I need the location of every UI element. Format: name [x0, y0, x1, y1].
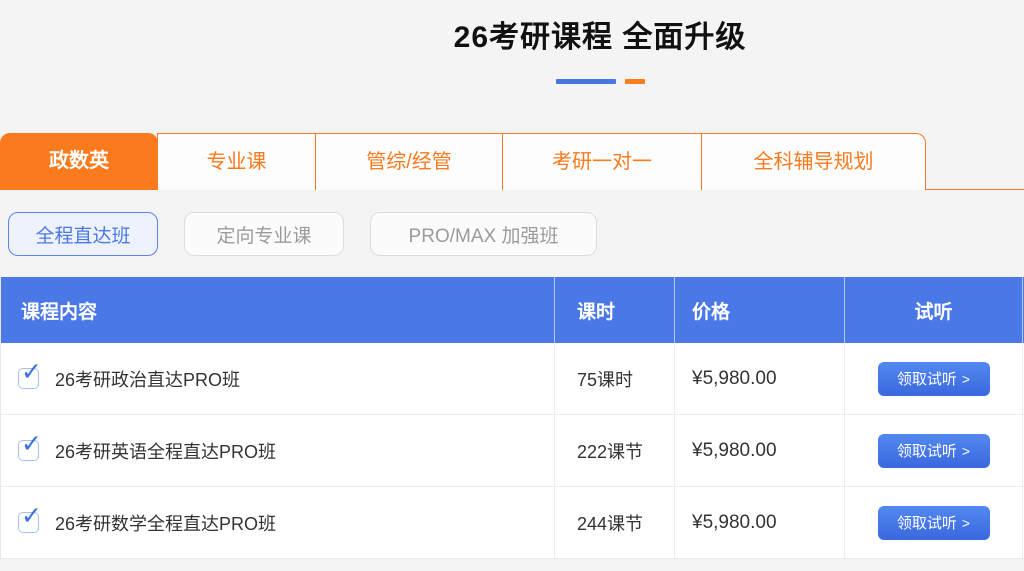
course-name: 26考研数学全程直达PRO班 — [55, 510, 276, 536]
chevron-right-icon: > — [962, 443, 970, 459]
page-title: 26考研课程 全面升级 — [0, 12, 1024, 56]
checkmark-icon: ✓ — [21, 432, 42, 457]
content-container: 26考研课程 全面升级 政数英 专业课 管综/经管 考研一对一 全科辅导规划 全… — [0, 0, 1024, 571]
course-cell: ✓ 26考研英语全程直达PRO班 — [1, 415, 554, 486]
checkmark-icon: ✓ — [21, 360, 42, 385]
table-header-row: 课程内容 课时 价格 试听 — [1, 277, 1024, 343]
category-tab-bar: 政数英 专业课 管综/经管 考研一对一 全科辅导规划 — [0, 133, 1024, 190]
filter-targeted-major[interactable]: 定向专业课 — [184, 212, 344, 256]
course-price: ¥5,980.00 — [674, 343, 844, 414]
header-trial: 试听 — [844, 277, 1022, 343]
course-cell: ✓ 26考研数学全程直达PRO班 — [1, 487, 554, 558]
course-hours: 244课节 — [554, 487, 674, 558]
tab-major-courses[interactable]: 专业课 — [157, 133, 316, 190]
trial-cell: 领取试听 > — [844, 343, 1022, 414]
course-price: ¥5,980.00 — [674, 487, 844, 558]
filter-pro-max[interactable]: PRO/MAX 加强班 — [370, 212, 597, 256]
checkmark-icon: ✓ — [21, 504, 42, 529]
tab-management-economics[interactable]: 管综/经管 — [315, 133, 503, 190]
tab-one-on-one[interactable]: 考研一对一 — [502, 133, 702, 190]
trial-button[interactable]: 领取试听 > — [878, 362, 990, 396]
class-type-filters: 全程直达班 定向专业课 PRO/MAX 加强班 — [8, 212, 623, 256]
course-hours: 222课节 — [554, 415, 674, 486]
chevron-right-icon: > — [962, 515, 970, 531]
course-name: 26考研英语全程直达PRO班 — [55, 438, 276, 464]
trial-cell: 领取试听 > — [844, 487, 1022, 558]
course-hours: 75课时 — [554, 343, 674, 414]
trial-button-label: 领取试听 — [897, 440, 957, 461]
course-table: 课程内容 课时 价格 试听 ✓ 26考研政治直达PRO班 75课时 ¥5,980… — [0, 277, 1024, 559]
course-price: ¥5,980.00 — [674, 415, 844, 486]
tab-politics-math-english[interactable]: 政数英 — [0, 133, 158, 190]
header-hours: 课时 — [554, 277, 674, 343]
table-row: ✓ 26考研英语全程直达PRO班 222课节 ¥5,980.00 领取试听 > — [1, 415, 1024, 487]
title-underline — [0, 79, 1024, 84]
filter-direct-class[interactable]: 全程直达班 — [8, 212, 158, 256]
row-checkbox[interactable]: ✓ — [18, 440, 39, 461]
row-checkbox[interactable]: ✓ — [18, 512, 39, 533]
trial-button[interactable]: 领取试听 > — [878, 434, 990, 468]
trial-button[interactable]: 领取试听 > — [878, 506, 990, 540]
course-cell: ✓ 26考研政治直达PRO班 — [1, 343, 554, 414]
underline-blue-bar — [556, 79, 616, 84]
header-price: 价格 — [674, 277, 844, 343]
underline-orange-bar — [625, 79, 645, 84]
trial-cell: 领取试听 > — [844, 415, 1022, 486]
row-checkbox[interactable]: ✓ — [18, 368, 39, 389]
course-name: 26考研政治直达PRO班 — [55, 366, 240, 392]
trial-button-label: 领取试听 — [897, 368, 957, 389]
chevron-right-icon: > — [962, 371, 970, 387]
table-row: ✓ 26考研政治直达PRO班 75课时 ¥5,980.00 领取试听 > — [1, 343, 1024, 415]
table-row: ✓ 26考研数学全程直达PRO班 244课节 ¥5,980.00 领取试听 > — [1, 487, 1024, 559]
header-course-content: 课程内容 — [1, 277, 554, 343]
trial-button-label: 领取试听 — [897, 512, 957, 533]
tab-full-subject-planning[interactable]: 全科辅导规划 — [701, 133, 926, 190]
page: 26考研课程 全面升级 政数英 专业课 管综/经管 考研一对一 全科辅导规划 全… — [0, 0, 1024, 571]
